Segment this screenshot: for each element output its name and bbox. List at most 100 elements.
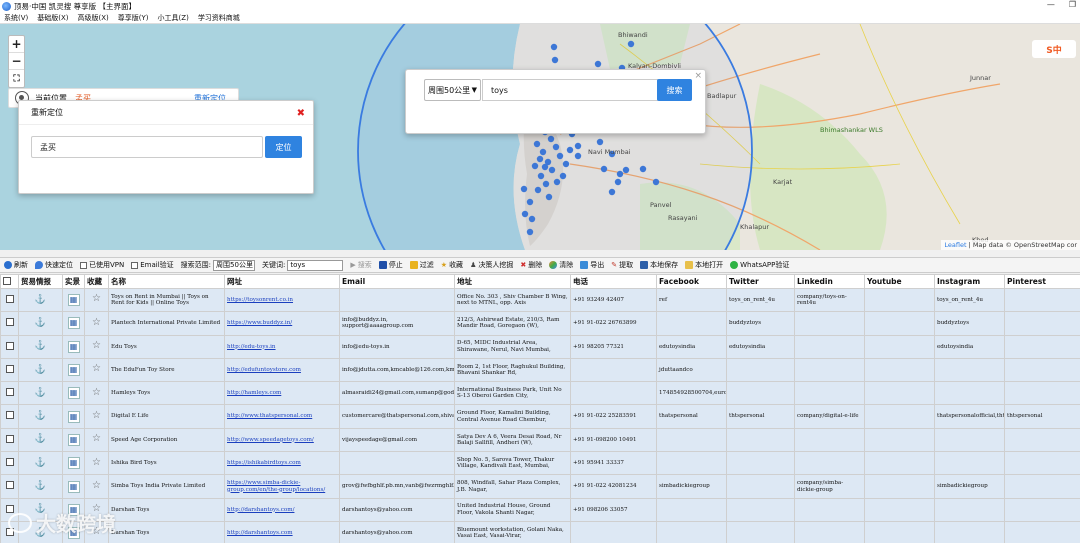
- relocate-close-icon[interactable]: ✖: [297, 108, 305, 119]
- trade-intel-cell[interactable]: ⚓: [18, 451, 63, 476]
- row-select-cell[interactable]: [0, 311, 19, 336]
- zoom-out-button[interactable]: −: [9, 53, 24, 70]
- email-verify-checkbox[interactable]: Email验证: [131, 260, 174, 270]
- trade-intel-cell[interactable]: ⚓: [18, 287, 63, 313]
- row-checkbox[interactable]: [5, 458, 14, 467]
- row-checkbox[interactable]: [5, 294, 14, 303]
- col-trade-intel[interactable]: 贸易情报: [18, 274, 63, 289]
- trade-intel-cell[interactable]: ⚓: [18, 334, 63, 359]
- row-checkbox[interactable]: [5, 481, 14, 490]
- favorite-cell[interactable]: ☆: [84, 381, 109, 406]
- table-row[interactable]: ⚓ ▦ ☆ Ishika Bird Toys https://ishikabirdtoy…: [0, 451, 1080, 476]
- col-email[interactable]: Email: [339, 274, 455, 289]
- map-search-button[interactable]: 搜索: [657, 79, 692, 101]
- street-view-cell[interactable]: ▦: [62, 451, 85, 476]
- col-youtube[interactable]: Youtube: [864, 274, 935, 289]
- row-checkbox[interactable]: [5, 341, 14, 350]
- menu-tools[interactable]: 小工具(Z): [158, 13, 189, 23]
- table-row[interactable]: ⚓ ▦ ☆ Speed Age Corporation http://www.speed…: [0, 427, 1080, 453]
- table-row[interactable]: ⚓ ▦ ☆ Hamleys Toys http://hamleys.com almasra…: [0, 381, 1080, 406]
- export-button[interactable]: 导出: [580, 260, 604, 270]
- anchor-icon[interactable]: ⚓: [35, 434, 46, 444]
- favorite-star-icon[interactable]: ☆: [92, 317, 101, 328]
- street-view-icon[interactable]: ▦: [67, 340, 80, 353]
- street-view-cell[interactable]: ▦: [62, 311, 85, 336]
- favorite-cell[interactable]: ☆: [84, 451, 109, 476]
- sogou-ime-badge[interactable]: S中: [1032, 40, 1076, 58]
- street-view-icon[interactable]: ▦: [67, 317, 80, 330]
- trade-intel-cell[interactable]: ⚓: [18, 381, 63, 406]
- minimize-button[interactable]: —: [1047, 0, 1055, 9]
- col-website[interactable]: 网址: [224, 274, 340, 289]
- delete-button[interactable]: ✖ 删除: [520, 260, 542, 270]
- relocate-city-input[interactable]: 孟买: [31, 136, 263, 158]
- row-select-cell[interactable]: [0, 287, 19, 313]
- row-select-cell[interactable]: [0, 357, 19, 383]
- trade-intel-cell[interactable]: ⚓: [18, 311, 63, 336]
- menu-learning-store[interactable]: 学习资料商城: [198, 13, 240, 23]
- cell-website[interactable]: https://toysonrent.co.in: [224, 287, 340, 313]
- table-row[interactable]: ⚓ ▦ ☆ Simba Toys India Private Limited https…: [0, 474, 1080, 499]
- street-view-icon[interactable]: ▦: [67, 433, 80, 446]
- table-row[interactable]: ⚓ ▦ ☆ The EduFun Toy Store http://edufuntoys…: [0, 357, 1080, 383]
- favorite-button[interactable]: ★ 收藏: [441, 260, 463, 270]
- trade-intel-cell[interactable]: ⚓: [18, 357, 63, 383]
- quick-locate-button[interactable]: 快速定位: [35, 260, 73, 270]
- row-select-cell[interactable]: [0, 381, 19, 406]
- keyword-input[interactable]: toys: [287, 259, 344, 271]
- col-phone[interactable]: 电话: [570, 274, 657, 289]
- table-row[interactable]: ⚓ ▦ ☆ Darshan Toys http://darshantoys.com/da…: [0, 497, 1080, 522]
- anchor-icon[interactable]: ⚓: [35, 341, 46, 351]
- vpn-checkbox[interactable]: 已使用VPN: [80, 260, 124, 270]
- search-panel-close-icon[interactable]: ×: [694, 71, 702, 81]
- favorite-star-icon[interactable]: ☆: [92, 480, 101, 491]
- col-linkedin[interactable]: Linkedin: [794, 274, 865, 289]
- favorite-cell[interactable]: ☆: [84, 427, 109, 453]
- street-view-cell[interactable]: ▦: [62, 474, 85, 499]
- anchor-icon[interactable]: ⚓: [35, 411, 46, 421]
- anchor-icon[interactable]: ⚓: [35, 365, 46, 375]
- clear-button[interactable]: 清除: [549, 260, 573, 270]
- row-select-cell[interactable]: [0, 404, 19, 429]
- fullscreen-icon[interactable]: ⛶: [9, 70, 24, 87]
- table-row[interactable]: ⚓ ▦ ☆ Digital E Life http://www.thatspersona…: [0, 404, 1080, 429]
- col-street-view[interactable]: 实景: [62, 274, 85, 289]
- open-local-button[interactable]: 本地打开: [685, 260, 723, 270]
- street-view-cell[interactable]: ▦: [62, 381, 85, 406]
- favorite-star-icon[interactable]: ☆: [92, 387, 101, 398]
- zoom-in-button[interactable]: +: [9, 36, 24, 53]
- cell-website[interactable]: http://edu-toys.in: [224, 334, 340, 359]
- street-view-cell[interactable]: ▦: [62, 404, 85, 429]
- street-view-icon[interactable]: ▦: [67, 364, 80, 377]
- row-checkbox[interactable]: [5, 318, 14, 327]
- anchor-icon[interactable]: ⚓: [35, 388, 46, 398]
- anchor-icon[interactable]: ⚓: [35, 318, 46, 328]
- col-instagram[interactable]: Instagram: [934, 274, 1005, 289]
- favorite-cell[interactable]: ☆: [84, 474, 109, 499]
- menu-system[interactable]: 系统(V): [4, 13, 28, 23]
- favorite-star-icon[interactable]: ☆: [92, 457, 101, 468]
- table-row[interactable]: ⚓ ▦ ☆ Darshan Toys http://darshantoys.com dar…: [0, 520, 1080, 543]
- table-row[interactable]: ⚓ ▦ ☆ Toys on Rent in Mumbai || Toys on Ren…: [0, 287, 1080, 313]
- restore-button[interactable]: ❐: [1069, 0, 1076, 9]
- favorite-star-icon[interactable]: ☆: [92, 363, 101, 374]
- col-facebook[interactable]: Facebook: [656, 274, 727, 289]
- row-select-cell[interactable]: [0, 474, 19, 499]
- anchor-icon[interactable]: ⚓: [35, 295, 46, 305]
- radius-select[interactable]: 周围50公里 ▼: [424, 79, 481, 101]
- search-range-select[interactable]: 周围50公里: [213, 259, 256, 271]
- favorite-star-icon[interactable]: ☆: [92, 433, 101, 444]
- favorite-star-icon[interactable]: ☆: [92, 293, 101, 304]
- map-view[interactable]: Bhiwandi Kalyan-Dombivli Badlapur Navi M…: [0, 24, 1080, 250]
- favorite-star-icon[interactable]: ☆: [92, 410, 101, 421]
- favorite-star-icon[interactable]: ☆: [92, 340, 101, 351]
- stop-button[interactable]: 停止: [378, 260, 403, 270]
- favorite-cell[interactable]: ☆: [84, 287, 109, 313]
- menu-basic[interactable]: 基础版(X): [37, 13, 68, 23]
- extract-button[interactable]: ✎ 提取: [611, 260, 633, 270]
- row-select-cell[interactable]: [0, 334, 19, 359]
- table-row[interactable]: ⚓ ▦ ☆ Plantech International Private Limite…: [0, 311, 1080, 336]
- menu-advanced[interactable]: 高级版(X): [78, 13, 109, 23]
- row-checkbox[interactable]: [5, 434, 14, 443]
- whatsapp-verify-button[interactable]: WhatsAPP验证: [730, 260, 789, 270]
